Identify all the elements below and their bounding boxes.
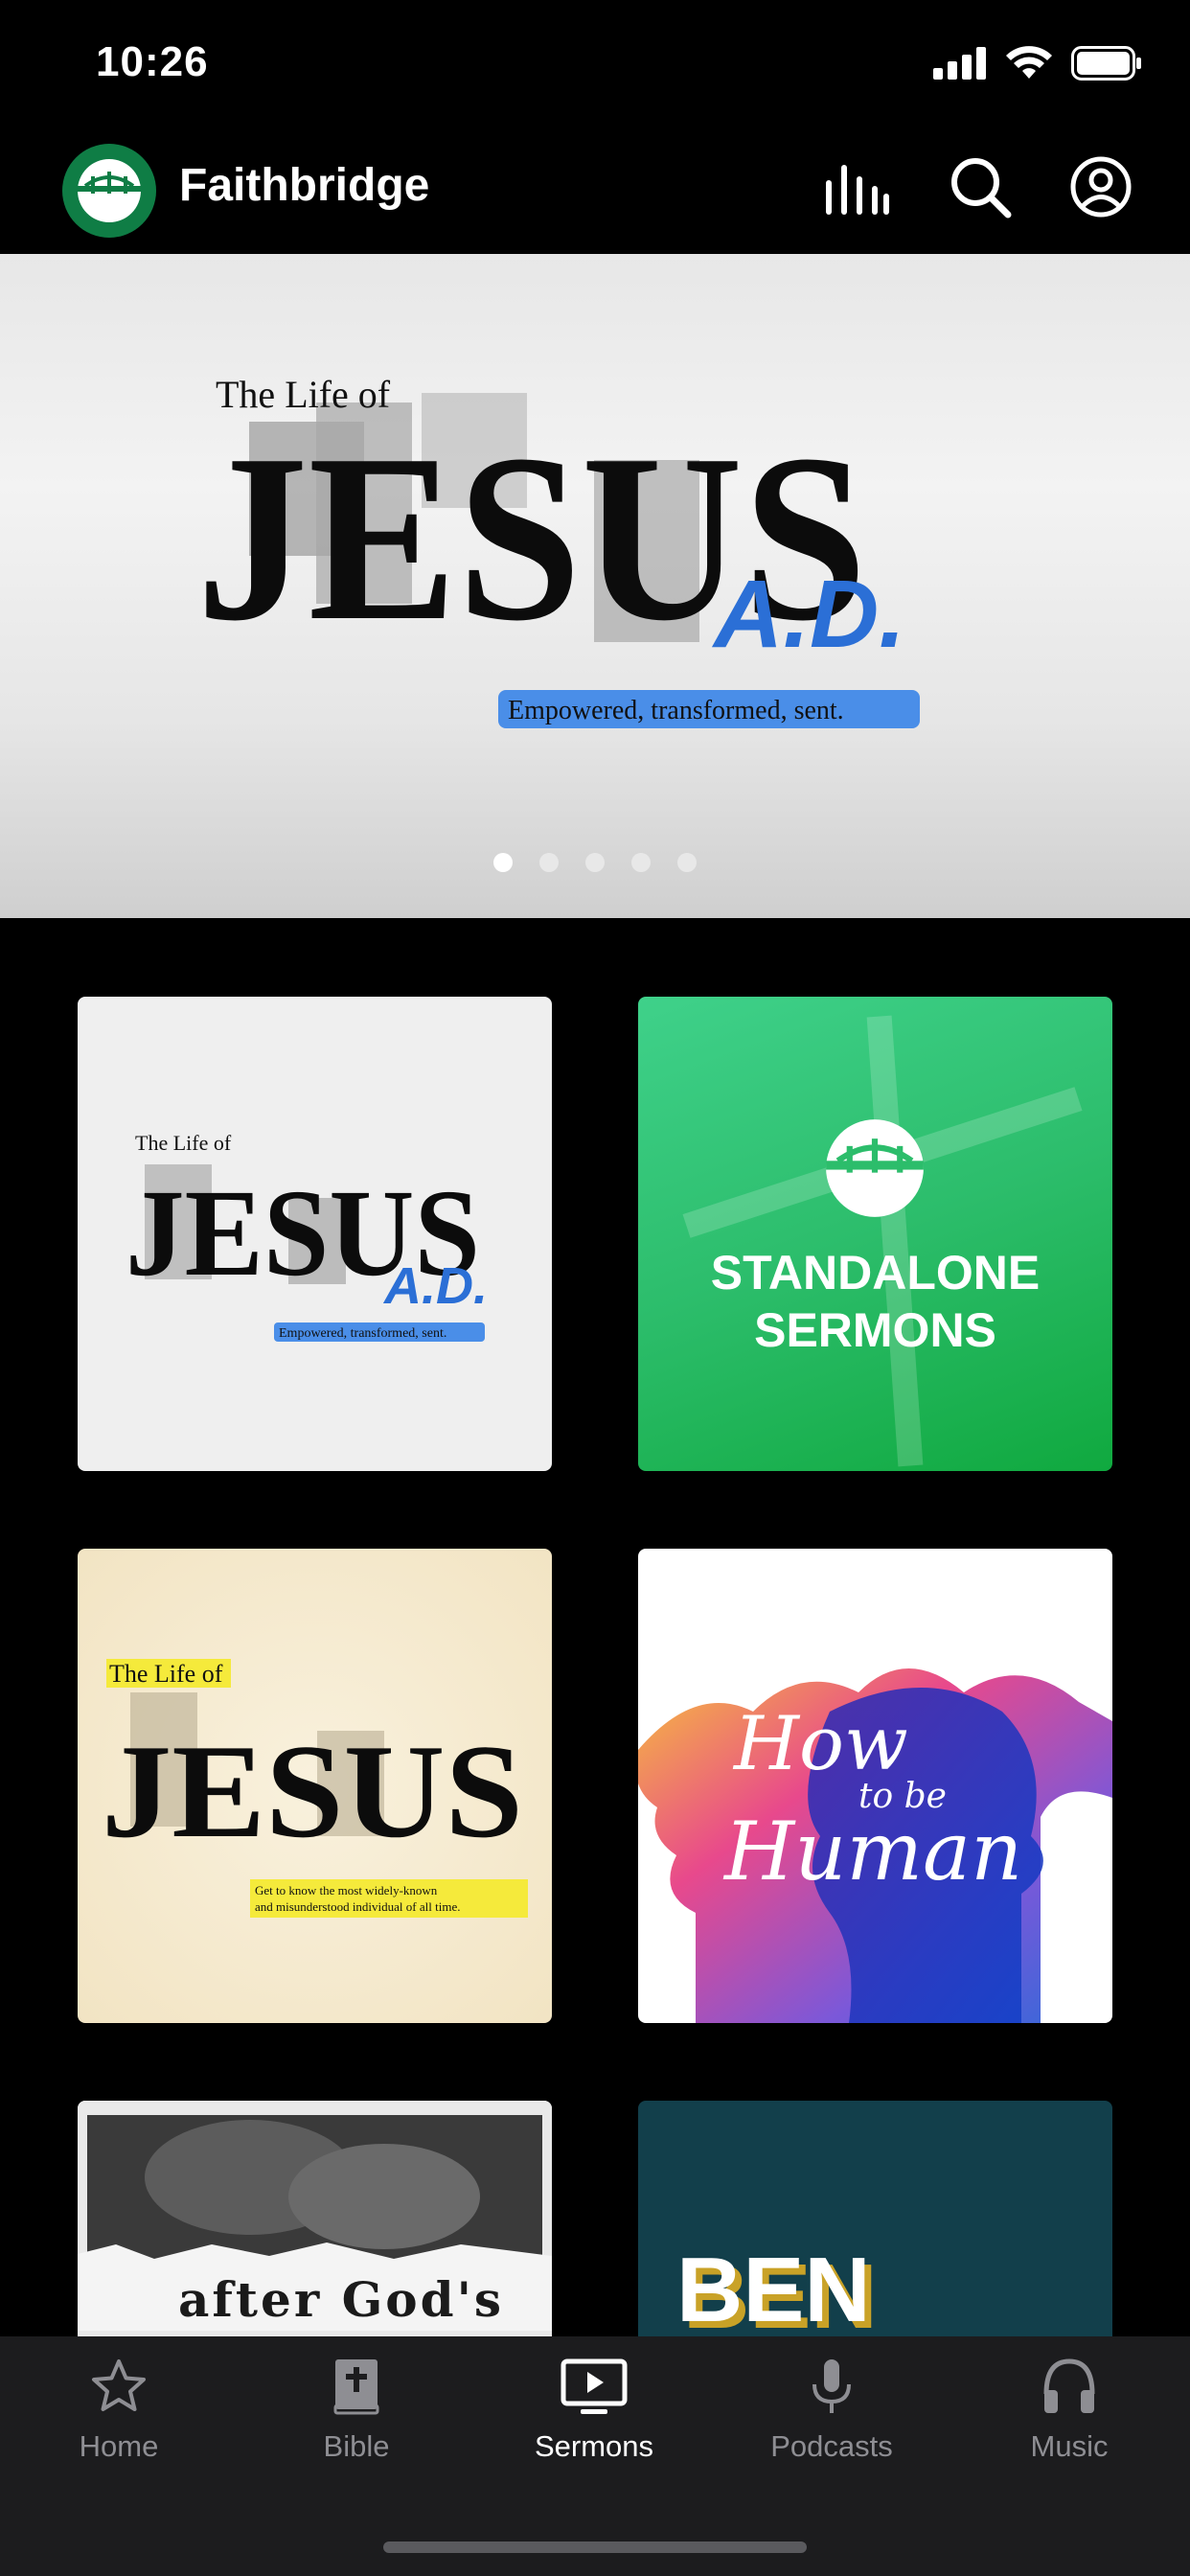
- faithbridge-logo[interactable]: [62, 144, 156, 238]
- carousel-dot[interactable]: [493, 853, 513, 872]
- headphones-icon: [1043, 2358, 1095, 2413]
- tab-music[interactable]: Music: [973, 2356, 1165, 2464]
- sermons-icon: [561, 2358, 628, 2414]
- microphone-icon: [812, 2359, 851, 2413]
- tile-title-accent: A.D.: [382, 1257, 488, 1315]
- battery-icon: [1071, 46, 1141, 80]
- tab-home[interactable]: Home: [23, 2356, 215, 2464]
- hero-title-accent: A.D.: [711, 561, 905, 668]
- bridge-logo-icon: [826, 1119, 924, 1217]
- tab-label: Bible: [323, 2429, 390, 2463]
- series-tile-jesus-ad[interactable]: The Life of JESUS A.D. Empowered, transf…: [78, 997, 552, 1471]
- profile-icon[interactable]: [1069, 155, 1133, 218]
- tab-bible[interactable]: Bible: [261, 2356, 452, 2464]
- tile-title-small: The Life of: [109, 1660, 223, 1688]
- carousel-dot[interactable]: [585, 853, 605, 872]
- tab-sermons[interactable]: Sermons: [498, 2356, 690, 2464]
- carousel-dot[interactable]: [677, 853, 697, 872]
- cellular-signal-icon: [933, 47, 986, 80]
- tile-title-line1: STANDALONE: [710, 1246, 1041, 1300]
- hero-tagline: Empowered, transformed, sent.: [508, 696, 844, 725]
- app-header: Faithbridge: [0, 134, 1190, 254]
- audio-levels-icon[interactable]: [822, 157, 891, 217]
- app-title: Faithbridge: [179, 160, 430, 211]
- status-icons: [933, 46, 1142, 80]
- search-icon[interactable]: [949, 155, 1012, 218]
- carousel-page-indicator[interactable]: [0, 853, 1190, 872]
- tile-title: BEN: [676, 2239, 871, 2341]
- tile-subtitle-line1: Get to know the most widely-known: [255, 1883, 438, 1898]
- series-tile-life-of-jesus[interactable]: The Life of JESUS Get to know the most w…: [78, 1549, 552, 2023]
- life-of-jesus-artwork: The Life of JESUS Get to know the most w…: [102, 1659, 528, 1918]
- status-bar: 10:26: [0, 0, 1190, 134]
- bottom-tab-bar: Home Bible Sermons Podcasts Music: [0, 2336, 1190, 2576]
- home-indicator[interactable]: [383, 2542, 807, 2553]
- tile-title: STANDALONE SERMONS: [638, 1244, 1112, 1359]
- series-tile-standalone-sermons[interactable]: STANDALONE SERMONS: [638, 997, 1112, 1471]
- bible-icon: [333, 2359, 379, 2415]
- tab-label: Podcasts: [770, 2429, 893, 2463]
- jesus-ad-artwork: The Life of JESUS A.D. Empowered, transf…: [126, 1131, 488, 1342]
- wifi-icon: [1006, 46, 1052, 79]
- how-to-be-human-artwork: How to be Human: [638, 1668, 1112, 2023]
- star-icon: [92, 2359, 146, 2411]
- tile-tagline: Empowered, transformed, sent.: [279, 1326, 446, 1341]
- tile-title-small: The Life of: [135, 1131, 232, 1155]
- hero-artwork: The Life of JESUS A.D. Empowered, transf…: [196, 373, 920, 728]
- status-time: 10:26: [96, 38, 209, 85]
- cross-background: [682, 1015, 1083, 1467]
- tab-label: Sermons: [534, 2429, 654, 2463]
- tab-label: Home: [79, 2429, 159, 2463]
- series-tile-how-to-be-human[interactable]: How to be Human: [638, 1549, 1112, 2023]
- tile-title: after God's: [178, 2271, 504, 2328]
- tile-subtitle-line2: and misunderstood individual of all time…: [255, 1899, 460, 1914]
- tile-title-big: JESUS: [102, 1717, 523, 1866]
- tab-podcasts[interactable]: Podcasts: [736, 2356, 927, 2464]
- featured-carousel[interactable]: The Life of JESUS A.D. Empowered, transf…: [0, 254, 1190, 918]
- tab-label: Music: [1030, 2429, 1109, 2463]
- carousel-dot[interactable]: [539, 853, 559, 872]
- tile-title-line3: Human: [722, 1805, 1022, 1898]
- bridge-logo-icon: [78, 159, 141, 222]
- tile-title-line2: SERMONS: [754, 1303, 996, 1357]
- tile-title-line1: How: [732, 1701, 908, 1787]
- carousel-dot[interactable]: [631, 853, 651, 872]
